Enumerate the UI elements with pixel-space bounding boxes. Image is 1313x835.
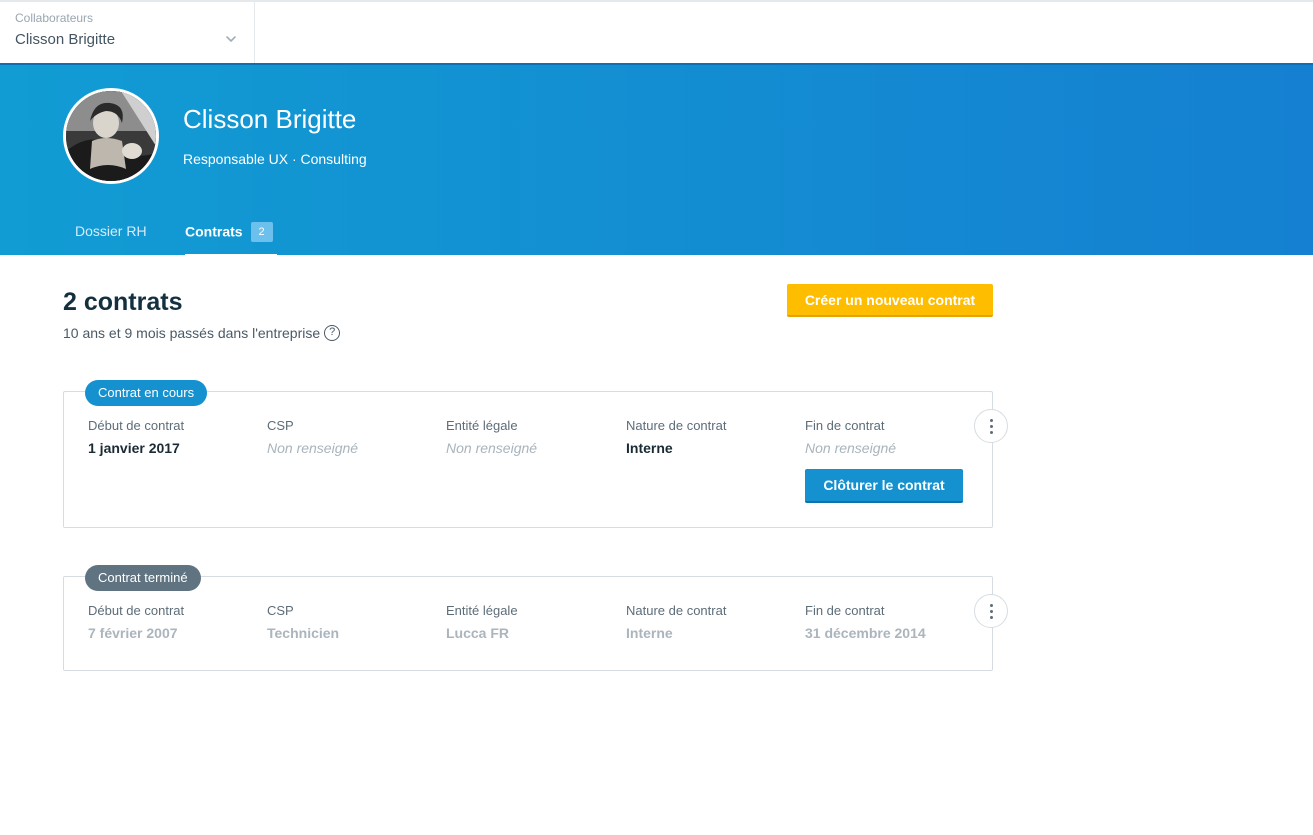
field-label: Nature de contrat [626, 418, 727, 433]
field-label: Entité légale [446, 418, 518, 433]
avatar [63, 88, 159, 184]
field-label: Nature de contrat [626, 603, 727, 618]
field-start-date: Début de contrat 1 janvier 2017 [88, 418, 184, 456]
new-contract-button[interactable]: Créer un nouveau contrat [787, 284, 993, 317]
field-value: Interne [626, 625, 673, 641]
more-options-button[interactable] [974, 409, 1008, 443]
profile-header: Clisson Brigitte Responsable UX · Consul… [0, 63, 1313, 257]
field-value: Interne [626, 440, 673, 456]
selector-label: Collaborateurs [15, 11, 94, 25]
contract-card-current: Contrat en cours Début de contrat 1 janv… [63, 380, 1008, 528]
tab-label: Contrats [185, 223, 243, 240]
chevron-down-icon[interactable] [224, 32, 238, 46]
profile-role: Responsable UX · Consulting [183, 151, 367, 167]
field-value: 1 janvier 2017 [88, 440, 180, 456]
status-badge: Contrat terminé [85, 565, 201, 591]
field-value: 7 février 2007 [88, 625, 178, 641]
field-label: Entité légale [446, 603, 518, 618]
tenure-label: 10 ans et 9 mois passés dans l'entrepris… [63, 325, 321, 341]
field-legal-entity: Entité légale Lucca FR [446, 603, 518, 641]
more-vertical-icon [990, 604, 993, 619]
field-legal-entity: Entité légale Non renseigné [446, 418, 537, 456]
field-csp: CSP Technicien [267, 603, 339, 641]
field-value: Lucca FR [446, 625, 510, 641]
close-contract-button[interactable]: Clôturer le contrat [805, 469, 963, 503]
field-end-date: Fin de contrat Non renseigné [805, 418, 896, 456]
avatar-photo [66, 91, 156, 181]
field-label: Fin de contrat [805, 603, 885, 618]
tenure-text: 10 ans et 9 mois passés dans l'entrepris… [63, 325, 341, 342]
field-label: CSP [267, 418, 294, 433]
field-value: Technicien [267, 625, 340, 641]
contract-card-ended: Contrat terminé Début de contrat 7 févri… [63, 565, 1008, 671]
field-value: Non renseigné [267, 440, 359, 456]
status-badge: Contrat en cours [85, 380, 208, 406]
collaborator-selector[interactable]: Collaborateurs Clisson Brigitte [0, 2, 255, 63]
tab-label: Dossier RH [75, 223, 147, 239]
field-contract-type: Nature de contrat Interne [626, 603, 726, 641]
field-contract-type: Nature de contrat Interne [626, 418, 726, 456]
field-label: Début de contrat [88, 603, 185, 618]
field-label: Début de contrat [88, 418, 185, 433]
more-options-button[interactable] [974, 594, 1008, 628]
field-label: CSP [267, 603, 294, 618]
tab-dossier-rh[interactable]: Dossier RH [75, 223, 147, 257]
help-icon[interactable]: ? [324, 325, 341, 342]
top-bar: Collaborateurs Clisson Brigitte [0, 0, 1313, 63]
more-vertical-icon [990, 419, 993, 434]
tab-contrats[interactable]: Contrats 2 [185, 222, 277, 257]
profile-name: Clisson Brigitte [183, 104, 357, 134]
field-csp: CSP Non renseigné [267, 418, 358, 456]
tab-count-badge: 2 [250, 222, 273, 242]
selector-value: Clisson Brigitte [15, 31, 116, 48]
page-title: 2 contrats [63, 288, 183, 316]
field-value: 31 décembre 2014 [805, 625, 926, 641]
field-start-date: Début de contrat 7 février 2007 [88, 603, 184, 641]
field-end-date: Fin de contrat 31 décembre 2014 [805, 603, 926, 641]
field-value: Non renseigné [446, 440, 538, 456]
field-value: Non renseigné [805, 440, 897, 456]
field-label: Fin de contrat [805, 418, 885, 433]
